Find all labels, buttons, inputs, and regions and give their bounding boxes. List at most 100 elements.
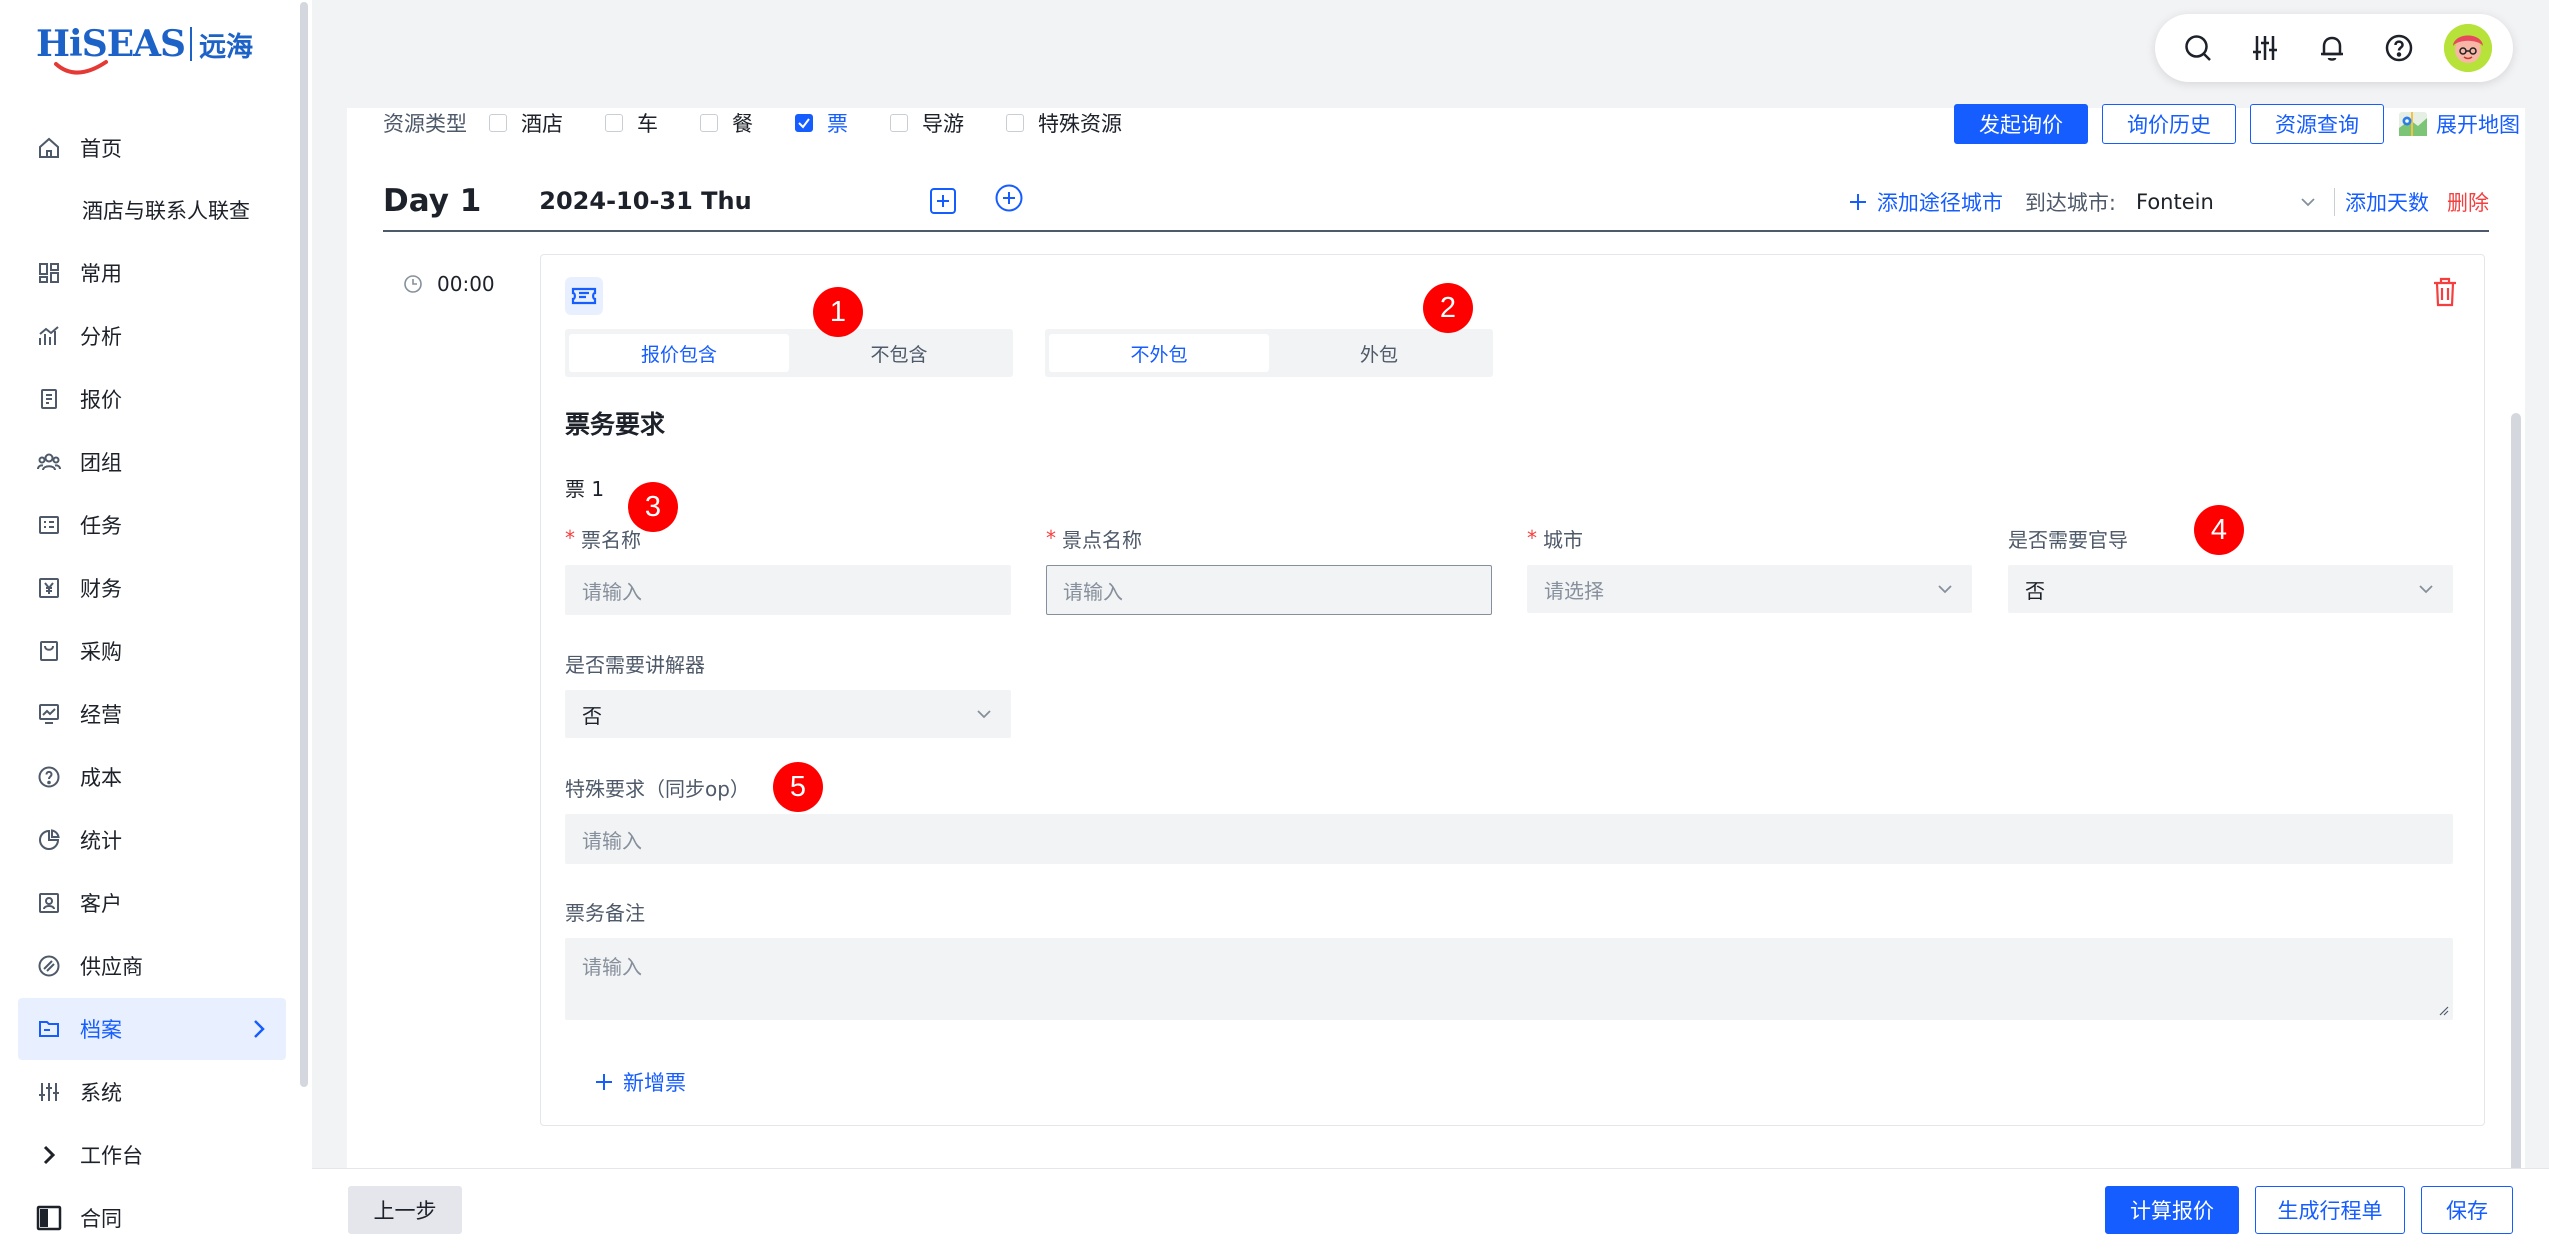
label-text: 是否需要官导: [2008, 527, 2128, 552]
field-label: * 票名称: [565, 523, 1011, 553]
plus-icon: [596, 1074, 612, 1090]
checkbox-box[interactable]: [605, 114, 623, 132]
add-circle-button[interactable]: [994, 183, 1024, 213]
sidebar-item-archive[interactable]: 档案: [18, 998, 286, 1060]
sidebar-item-label: 档案: [80, 1018, 122, 1042]
sidebar-item-customer[interactable]: 客户: [18, 872, 286, 934]
sidebar-item-quote[interactable]: 报价: [18, 368, 286, 430]
resource-checkbox-guide[interactable]: 导游: [890, 108, 964, 138]
annotation-marker-4: 4: [2194, 505, 2244, 555]
start-inquiry-button[interactable]: 发起询价: [1954, 104, 2088, 144]
ticket-icon: [571, 287, 597, 305]
placeholder-text: 请输入: [582, 955, 642, 979]
calculate-quote-button[interactable]: 计算报价: [2105, 1186, 2239, 1234]
map-icon: [2399, 112, 2427, 136]
segment-not-include[interactable]: 不包含: [789, 334, 1009, 372]
special-requirements-input[interactable]: 请输入: [565, 814, 2453, 864]
ticket-name-input[interactable]: 请输入: [565, 565, 1011, 615]
sidebar-item-home[interactable]: 首页: [18, 117, 286, 179]
sidebar-scrollbar[interactable]: [300, 2, 308, 1087]
expand-map-link[interactable]: 展开地图: [2398, 109, 2520, 139]
delete-day-button[interactable]: 删除: [2447, 187, 2489, 217]
folder-icon: [36, 1016, 62, 1042]
quote-include-segmented: 报价包含 不包含: [565, 329, 1013, 377]
sidebar-item-operation[interactable]: 经营: [18, 683, 286, 745]
sidebar-item-analysis[interactable]: 分析: [18, 305, 286, 367]
sidebar-item-cost[interactable]: 成本: [18, 746, 286, 808]
add-ticket-button[interactable]: 新增票: [593, 1067, 686, 1097]
segment-outsource[interactable]: 外包: [1269, 334, 1489, 372]
resize-handle-icon[interactable]: [2437, 1004, 2449, 1016]
segment-not-outsource[interactable]: 不外包: [1049, 334, 1269, 372]
group-icon: [36, 449, 62, 475]
checkbox-label: 导游: [922, 112, 964, 136]
field-label: * 城市: [1527, 523, 1972, 553]
checkbox-box[interactable]: [795, 114, 813, 132]
sidebar-item-group[interactable]: 团组: [18, 431, 286, 493]
sidebar-item-label: 合同: [80, 1207, 122, 1231]
ticket-number: 票 1: [565, 477, 605, 501]
city-select[interactable]: 请选择: [1527, 565, 1972, 613]
add-route-city-button[interactable]: 添加途径城市: [1847, 187, 2003, 217]
divider: [2334, 188, 2335, 216]
field-ticket-name: * 票名称 请输入: [565, 523, 1011, 615]
selected-value: 否: [582, 703, 602, 728]
contract-icon: [36, 1205, 62, 1231]
notification-button[interactable]: [2310, 26, 2354, 70]
home-icon: [36, 135, 62, 161]
sidebar-item-workbench[interactable]: 工作台: [18, 1124, 286, 1186]
prev-step-button[interactable]: 上一步: [348, 1186, 462, 1234]
need-guide-select[interactable]: 否: [2008, 565, 2453, 613]
required-mark: *: [565, 526, 575, 550]
time-slot: 00:00: [403, 272, 495, 296]
generate-itinerary-button[interactable]: 生成行程单: [2255, 1186, 2405, 1234]
resource-checkbox-hotel[interactable]: 酒店: [489, 108, 563, 138]
avatar[interactable]: [2443, 24, 2492, 72]
sidebar-item-finance[interactable]: 财务: [18, 557, 286, 619]
page-scrollbar[interactable]: [2511, 413, 2521, 1203]
resource-checkbox-car[interactable]: 车: [605, 108, 658, 138]
sidebar-item-purchase[interactable]: 采购: [18, 620, 286, 682]
resource-query-button[interactable]: 资源查询: [2250, 104, 2384, 144]
resource-checkbox-ticket[interactable]: 票: [795, 108, 848, 138]
ticket-remark-textarea[interactable]: 请输入: [565, 938, 2453, 1020]
settings-button[interactable]: [2243, 26, 2287, 70]
sidebar-item-task[interactable]: 任务: [18, 494, 286, 556]
arrive-city-select[interactable]: Fontein: [2116, 184, 2326, 220]
plus-square-icon: [929, 188, 956, 214]
ticket-type-icon: [565, 277, 603, 315]
checkbox-box[interactable]: [489, 114, 507, 132]
sidebar-item-hotel-contact-lookup[interactable]: 酒店与联系人联查: [18, 179, 286, 241]
sidebar-item-system[interactable]: 系统: [18, 1061, 286, 1123]
sidebar-item-statistics[interactable]: 统计: [18, 809, 286, 871]
resource-checkbox-meal[interactable]: 餐: [700, 108, 753, 138]
expand-map-label: 展开地图: [2436, 113, 2520, 137]
label-text: 特殊要求（同步op）: [565, 776, 750, 801]
sidebar-item-supplier[interactable]: 供应商: [18, 935, 286, 997]
inquiry-history-button[interactable]: 询价历史: [2102, 104, 2236, 144]
sidebar-item-label: 首页: [80, 137, 122, 161]
search-button[interactable]: [2176, 26, 2220, 70]
checkbox-box[interactable]: [890, 114, 908, 132]
sidebar-item-contract[interactable]: 合同: [18, 1187, 286, 1249]
resource-checkbox-special[interactable]: 特殊资源: [1006, 108, 1122, 138]
brand-logo[interactable]: HiSEAS 远海: [36, 18, 253, 75]
save-button[interactable]: 保存: [2421, 1186, 2513, 1234]
sliders-icon: [2253, 36, 2278, 60]
spot-name-input[interactable]: 请输入: [1046, 565, 1492, 615]
contact-icon: [36, 890, 62, 916]
need-audio-select[interactable]: 否: [565, 690, 1011, 738]
add-square-button[interactable]: [928, 186, 958, 216]
sidebar-item-common[interactable]: 常用: [18, 242, 286, 304]
checkbox-box[interactable]: [700, 114, 718, 132]
add-days-button[interactable]: 添加天数: [2345, 187, 2429, 217]
segment-quote-include[interactable]: 报价包含: [569, 334, 789, 372]
delete-ticket-button[interactable]: [2432, 277, 2458, 311]
time-value: 00:00: [437, 272, 495, 296]
annotation-marker-2: 2: [1423, 283, 1473, 333]
sidebar-item-label: 供应商: [80, 955, 143, 979]
help-button[interactable]: [2377, 26, 2421, 70]
footer-actions: 计算报价 生成行程单 保存: [2105, 1186, 2513, 1234]
sidebar: HiSEAS 远海 首页 酒店与联系人联查 常用 分析 报价 团组 任务 财务 …: [0, 0, 312, 1251]
checkbox-box[interactable]: [1006, 114, 1024, 132]
